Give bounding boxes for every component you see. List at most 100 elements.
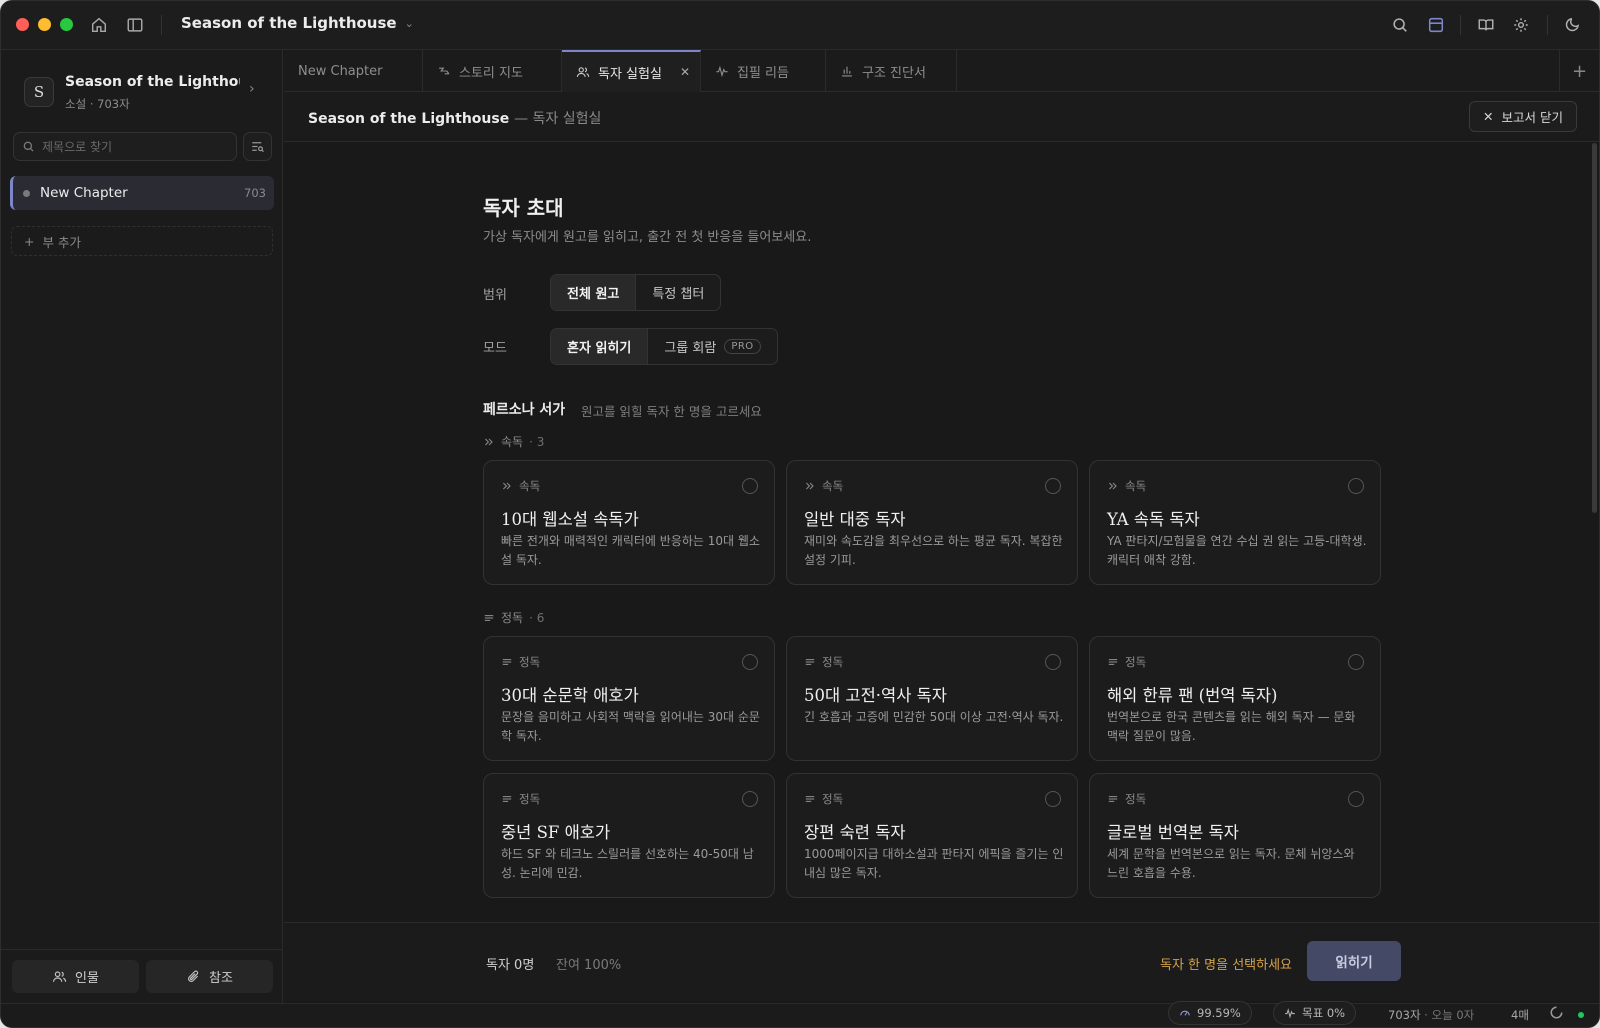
persona-radio[interactable] (1348, 478, 1364, 494)
mode-option-solo[interactable]: 혼자 읽히기 (551, 329, 649, 364)
tab-story-map[interactable]: 스토리 지도 (423, 50, 562, 92)
persona-card[interactable]: 정독 30대 순문학 애호가 문장을 음미하고 사회적 맥락을 읽어내는 30대… (483, 636, 775, 761)
start-reading-button[interactable]: 읽히기 (1307, 941, 1401, 981)
scope-label: 범위 (483, 288, 507, 303)
close-report-button[interactable]: ✕ 보고서 닫기 (1469, 101, 1577, 132)
persona-radio[interactable] (1045, 478, 1061, 494)
scope-option-full[interactable]: 전체 원고 (551, 275, 637, 310)
search-icon[interactable] (1388, 13, 1412, 37)
tab-writing-rhythm[interactable]: 집필 리듬 (701, 50, 826, 92)
plus-icon: + (1571, 60, 1588, 82)
chapter-status-dot (23, 189, 30, 197)
mode-option-group[interactable]: 그룹 회람 PRO (648, 329, 776, 364)
persona-card[interactable]: 속독 10대 웹소설 속독가 빠른 전개와 매력적인 캐릭터에 반응하는 10대… (483, 460, 775, 585)
persona-radio[interactable] (742, 478, 758, 494)
plus-icon: + (24, 233, 35, 249)
home-icon[interactable] (87, 13, 111, 37)
bar-chart-icon (842, 66, 852, 77)
persona-description: 빠른 전개와 매력적인 캐릭터에 반응하는 10대 웹소설 독자. (501, 534, 760, 567)
persona-description: 하드 SF 와 테크노 스릴러를 선호하는 40-50대 남성. 논리에 민감. (501, 847, 754, 880)
page-title: 독자 초대 (483, 196, 564, 220)
gear-icon[interactable] (1509, 13, 1533, 37)
selection-warning: 독자 한 명을 선택하세요 (1160, 958, 1292, 973)
sidebar-item-chapter[interactable]: New Chapter 703 (10, 176, 274, 210)
close-window-button[interactable] (16, 18, 29, 31)
persona-tag: 속독 (804, 478, 843, 494)
persona-description: 재미와 속도감을 최우선으로 하는 평균 독자. 복잡한 설정 기피. (804, 534, 1063, 567)
chevron-right-icon[interactable]: › (249, 81, 255, 97)
persona-radio[interactable] (1045, 791, 1061, 807)
theme-icon[interactable] (1560, 13, 1584, 37)
close-tab-icon[interactable]: ✕ (680, 65, 690, 79)
reader-lab-panel: 독자 초대 가상 독자에게 원고를 읽히고, 출간 전 첫 반응을 들어보세요.… (284, 142, 1599, 922)
flow-icon (439, 67, 450, 75)
sidebar-toggle-icon[interactable] (123, 13, 147, 37)
group-count: · 6 (529, 610, 545, 625)
persona-radio[interactable] (742, 654, 758, 670)
tab-label: New Chapter (298, 63, 383, 79)
references-button[interactable]: 참조 (146, 960, 273, 993)
persona-shelf-hint: 원고를 읽힐 독자 한 명을 고르세요 (581, 404, 762, 419)
characters-label: 인물 (75, 971, 99, 986)
project-meta: 소설 · 703자 (65, 97, 130, 111)
persona-name: 50대 고전·역사 독자 (804, 686, 947, 705)
tab-reader-lab[interactable]: 독자 실험실 ✕ (562, 50, 701, 92)
users-icon (52, 971, 67, 982)
persona-radio[interactable] (1348, 654, 1364, 670)
tab-structure-report[interactable]: 구조 진단서 (826, 50, 957, 92)
project-name[interactable]: Season of the Lighthouse (65, 74, 240, 90)
add-part-button[interactable]: + 부 추가 (11, 226, 273, 256)
book-icon[interactable] (1474, 13, 1498, 37)
gauge-icon (1180, 1010, 1190, 1016)
tab-new-chapter[interactable]: New Chapter (284, 50, 423, 92)
filter-list-icon (252, 142, 264, 153)
sync-spinner-icon (1549, 1005, 1564, 1023)
text-lines-icon (805, 659, 815, 665)
persona-radio[interactable] (1045, 654, 1061, 670)
group-header-skim: 속독 · 3 (483, 433, 544, 450)
chevron-down-icon: ⌄ (404, 16, 414, 30)
layout-icon[interactable] (1424, 13, 1448, 37)
persona-description: 번역본으로 한국 콘텐츠를 읽는 해외 독자 — 문화 맥락 질문이 많음. (1107, 710, 1356, 743)
users-icon (576, 67, 590, 77)
status-bar: 99.59% 목표 0% 703자 · 오늘 0자 4매 (1, 1001, 1599, 1027)
persona-card[interactable]: 정독 글로벌 번역본 독자 세계 문학을 번역본으로 읽는 독자. 문체 뉘앙스… (1089, 773, 1381, 898)
window-title: Season of the Lighthouse (181, 14, 397, 32)
persona-card[interactable]: 속독 일반 대중 독자 재미와 속도감을 최우선으로 하는 평균 독자. 복잡한… (786, 460, 1078, 585)
persona-description: YA 판타지/모험물을 연간 수십 권 읽는 고등-대학생. 캐릭터 애착 강함… (1107, 534, 1367, 567)
goal-pill[interactable]: 목표 0% (1273, 1001, 1357, 1025)
new-tab-button[interactable]: + (1559, 50, 1599, 92)
persona-tag: 정독 (1107, 654, 1146, 670)
project-switcher[interactable]: Season of the Lighthouse ⌄ (181, 14, 414, 32)
persona-card[interactable]: 속독 YA 속독 독자 YA 판타지/모험물을 연간 수십 권 읽는 고등-대학… (1089, 460, 1381, 585)
text-lines-icon (805, 796, 815, 802)
filter-button[interactable] (243, 132, 272, 161)
scrollbar[interactable] (1592, 143, 1597, 513)
scope-selector: 전체 원고 특정 챕터 (550, 274, 722, 311)
pulse-icon (1285, 1008, 1295, 1019)
minimize-window-button[interactable] (38, 18, 51, 31)
characters-button[interactable]: 인물 (12, 960, 139, 993)
persona-name: 해외 한류 팬 (번역 독자) (1107, 686, 1278, 705)
persona-tag-label: 속독 (822, 479, 844, 493)
zoom-window-button[interactable] (60, 18, 73, 31)
scope-option-chapter[interactable]: 특정 챕터 (636, 275, 720, 310)
persona-card[interactable]: 정독 50대 고전·역사 독자 긴 호흡과 고증에 민감한 50대 이상 고전·… (786, 636, 1078, 761)
persona-tag: 속독 (501, 478, 540, 494)
persona-tag-label: 정독 (1125, 792, 1147, 806)
persona-card[interactable]: 정독 장편 숙련 독자 1000페이지급 대하소설과 판타지 에픽을 즐기는 인… (786, 773, 1078, 898)
accuracy-pill[interactable]: 99.59% (1168, 1001, 1252, 1025)
group-header-close-read: 정독 · 6 (483, 609, 544, 626)
persona-tag: 정독 (501, 791, 540, 807)
persona-card[interactable]: 정독 해외 한류 팬 (번역 독자) 번역본으로 한국 콘텐츠를 읽는 해외 독… (1089, 636, 1381, 761)
persona-radio[interactable] (1348, 791, 1364, 807)
persona-name: 글로벌 번역본 독자 (1107, 823, 1239, 842)
fast-forward-icon (806, 482, 814, 490)
fast-forward-icon (1109, 482, 1117, 490)
breadcrumb-section: — 독자 실험실 (514, 111, 602, 127)
chapter-search-input[interactable] (42, 139, 222, 154)
remaining-quota: 잔여 100% (556, 958, 622, 973)
persona-card[interactable]: 정독 중년 SF 애호가 하드 SF 와 테크노 스릴러를 선호하는 40-50… (483, 773, 775, 898)
search-icon (23, 141, 34, 152)
persona-radio[interactable] (742, 791, 758, 807)
